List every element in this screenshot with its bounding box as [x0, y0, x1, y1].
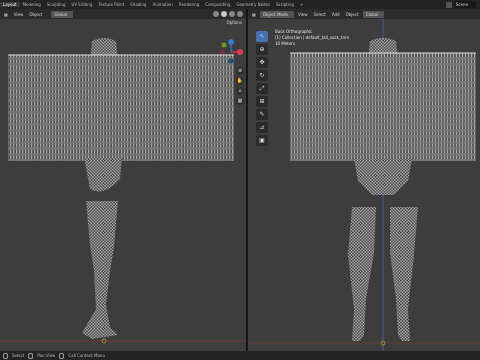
status-bar: Select Pan View Call Context Menu [0, 351, 480, 360]
tab-geometry-nodes[interactable]: Geometry Nodes [233, 2, 273, 7]
object-menu[interactable]: Object [344, 12, 361, 17]
mouse-right-icon [59, 352, 65, 359]
mouse-left-icon [3, 352, 8, 359]
perspective-grid-icon[interactable]: ▦ [236, 97, 244, 105]
pan-hand-icon[interactable]: ✋ [236, 77, 244, 85]
rendered-shading-icon[interactable] [237, 11, 243, 17]
annotate-tool-icon[interactable]: ✎ [256, 109, 268, 120]
hip-mesh [354, 159, 412, 195]
scene-name-field[interactable]: Scene [453, 1, 476, 8]
add-menu[interactable]: Add [330, 12, 342, 17]
tab-scripting[interactable]: Scripting [273, 2, 297, 7]
tool-shelf: ↖ ⊕ ✥ ↻ ⤢ ⊞ ✎ ⊿ ▣ [256, 31, 268, 146]
tab-modeling[interactable]: Modeling [20, 2, 44, 7]
select-menu[interactable]: Select [311, 12, 327, 17]
cursor-tool-icon[interactable]: ⊕ [256, 44, 268, 55]
tab-layout[interactable]: Layout [0, 2, 20, 7]
viewport-info-overlay: Back Orthographic (1) Collection | defau… [275, 29, 349, 47]
transform-orientation-dropdown[interactable]: Global [362, 10, 385, 18]
zoom-icon[interactable]: ⊕ [236, 67, 244, 75]
right-viewport-scene [248, 9, 480, 351]
editor-type-icon[interactable]: ▦ [250, 12, 258, 17]
tab-animation[interactable]: Animation [149, 2, 175, 7]
select-box-tool-icon[interactable]: ↖ [256, 31, 268, 42]
fringe-skirt-mesh [290, 53, 476, 161]
left-viewport-scene [0, 38, 246, 344]
status-context-menu-label: Call Context Menu [68, 353, 105, 358]
status-select-label: Select [12, 353, 25, 358]
tab-sculpting[interactable]: Sculpting [44, 2, 69, 7]
mouse-middle-icon [28, 352, 34, 359]
options-dropdown[interactable]: Options [227, 20, 242, 25]
move-tool-icon[interactable]: ✥ [256, 57, 268, 68]
transform-tool-icon[interactable]: ⊞ [256, 96, 268, 107]
tab-shading[interactable]: Shading [127, 2, 149, 7]
scale-text: 10 Meters [275, 41, 296, 46]
view-menu[interactable]: View [296, 12, 310, 17]
solid-shading-icon[interactable] [221, 11, 227, 17]
right-viewport-header: ▦ Object Mode View Select Add Object Glo… [248, 9, 480, 19]
rotate-tool-icon[interactable]: ↻ [256, 70, 268, 81]
add-cube-tool-icon[interactable]: ▣ [256, 135, 268, 146]
material-shading-icon[interactable] [229, 11, 235, 17]
left-3d-viewport[interactable]: ▦ View Object Global Options ⊕ ✋ ⌂ ▦ [0, 9, 246, 351]
right-3d-viewport[interactable]: ▦ Object Mode View Select Add Object Glo… [248, 9, 480, 351]
hip-mesh [84, 157, 122, 192]
camera-icon[interactable]: ⌂ [236, 87, 244, 95]
workspace-tabs-bar: Layout Modeling Sculpting UV Editing Tex… [0, 0, 480, 9]
tab-rendering[interactable]: Rendering [176, 2, 202, 7]
measure-tool-icon[interactable]: ⊿ [256, 122, 268, 133]
left-leg-mesh [348, 207, 376, 341]
gizmo-x-icon [237, 49, 243, 55]
add-workspace-button[interactable]: + [297, 2, 306, 7]
view-menu[interactable]: View [12, 12, 26, 17]
tab-compositing[interactable]: Compositing [202, 2, 233, 7]
gizmo-y-icon [221, 42, 227, 48]
leg-mesh [82, 201, 118, 339]
object-mode-dropdown[interactable]: Object Mode [259, 10, 294, 18]
tab-texture-paint[interactable]: Texture Paint [95, 2, 127, 7]
viewport-mode-icon[interactable]: ▦ [2, 12, 10, 17]
navigation-gizmo[interactable] [218, 39, 244, 65]
left-viewport-header: ▦ View Object Global [0, 9, 246, 19]
transform-orientation-dropdown[interactable]: Global [51, 10, 74, 18]
scene-icon [445, 1, 452, 8]
wireframe-shading-icon[interactable] [213, 11, 219, 17]
status-pan-label: Pan View [37, 353, 56, 358]
gizmo-z-icon [228, 39, 234, 45]
right-leg-mesh [390, 207, 418, 341]
fringe-skirt-mesh [8, 55, 234, 161]
tab-uv-editing[interactable]: UV Editing [69, 2, 96, 7]
scale-tool-icon[interactable]: ⤢ [256, 83, 268, 94]
object-menu[interactable]: Object [27, 12, 44, 17]
scene-selector: Scene [445, 1, 476, 8]
